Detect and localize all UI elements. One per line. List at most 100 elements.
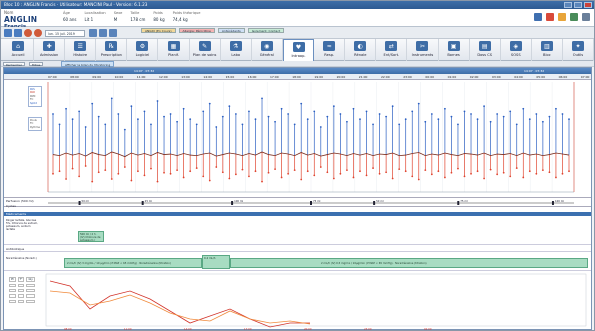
systolic-point bbox=[143, 110, 146, 113]
mini-table-row bbox=[9, 289, 35, 293]
module-label: Logiciel bbox=[135, 53, 150, 57]
patient-field: Localisation Lit 1 bbox=[84, 11, 105, 22]
mini-x-label: 23:00 bbox=[364, 327, 372, 330]
diastolic-point bbox=[372, 167, 374, 169]
module-label: Outils bbox=[572, 53, 584, 57]
stop-icon[interactable] bbox=[34, 29, 42, 37]
module-tab[interactable]: ♥ Intraop. bbox=[282, 39, 315, 61]
module-tab[interactable]: ◐ Rénale bbox=[345, 39, 377, 61]
patient-field-value: 74,4 kg bbox=[172, 17, 188, 22]
maximize-button[interactable] bbox=[574, 2, 582, 8]
monitor-icon[interactable] bbox=[534, 13, 542, 21]
patient-field-label: Sexe bbox=[113, 11, 123, 15]
module-label: Général bbox=[259, 53, 274, 57]
vitals-legend-box: PAS PAD PAM FC SpO2 bbox=[28, 86, 42, 108]
minimize-button[interactable] bbox=[564, 2, 572, 8]
systolic-point bbox=[528, 118, 531, 121]
module-tab[interactable]: ≈ Resp. bbox=[314, 39, 346, 61]
date-field[interactable]: lun. 15 juil. 2019 bbox=[45, 29, 85, 37]
module-tab[interactable]: ⇄ Ent/Sort. bbox=[376, 39, 408, 61]
systolic-point bbox=[293, 123, 296, 126]
module-tab[interactable]: ▣ Bornes bbox=[439, 39, 470, 61]
soss-icon: ◈ bbox=[509, 41, 522, 51]
forward-icon[interactable] bbox=[14, 29, 22, 37]
module-tab[interactable]: ⌂ Accueil bbox=[3, 39, 35, 61]
fluid-tick-label: 25 ml bbox=[145, 199, 153, 203]
patient-banner: Nom ANGLIN Francis Âge60 ansLocalisation… bbox=[1, 9, 594, 30]
mini-table-row bbox=[9, 294, 35, 298]
patient-banner-icons bbox=[534, 13, 590, 21]
alert-badge[interactable]: Antécédents bbox=[217, 28, 245, 33]
diastolic-point bbox=[110, 178, 113, 180]
systolic-point bbox=[430, 113, 433, 115]
in-out-icon: ⇄ bbox=[385, 41, 398, 51]
drug-row-noradrenaline: Noradrénaline (Noradr.) 2 mL/h (IV) 3 mg… bbox=[4, 253, 591, 271]
drug-row-antibiotic: Antibiotique bbox=[4, 246, 591, 252]
systolic-point bbox=[189, 118, 192, 121]
module-tab[interactable]: ⚙ Logiciel bbox=[127, 39, 159, 61]
print-icon[interactable] bbox=[570, 13, 578, 21]
drug-bar[interactable]: 2 mL/h (IV) 3 mg/mL / 10 µg/min (if MAP … bbox=[64, 258, 202, 268]
warning-icon[interactable] bbox=[558, 13, 566, 21]
module-tab[interactable]: ▤ Doss CS bbox=[470, 39, 501, 61]
alert-badge[interactable]: Isolement: Contact bbox=[247, 28, 285, 33]
search-pill[interactable]: Rechercher bbox=[3, 62, 25, 67]
drug-bar[interactable]: 2 mL/h (IV) 0,5 mg/mL / 10µg/min (if MAP… bbox=[230, 258, 588, 268]
drug-bar[interactable]: 500 ml / 2 h · (IV) Chlorure de potassiu… bbox=[78, 231, 104, 242]
diastolic-point bbox=[398, 168, 401, 171]
alert-badge[interactable]: Allergie: Pénicilline bbox=[178, 28, 215, 33]
drug-bar-bolus[interactable]: 0.4 mL/h bbox=[202, 255, 230, 269]
systolic-point bbox=[424, 120, 427, 123]
systolic-point bbox=[221, 115, 224, 118]
module-tab[interactable]: ▥ Bloc bbox=[532, 39, 563, 61]
fluid-tick-label: 100 ml bbox=[555, 199, 564, 203]
software-icon: ⚙ bbox=[136, 41, 149, 51]
mini-table-cell bbox=[17, 299, 25, 303]
module-tab[interactable]: ✎ Plan de soins bbox=[190, 39, 221, 61]
systolic-point bbox=[398, 123, 401, 126]
module-tab[interactable]: ✂ Instruments bbox=[407, 39, 439, 61]
module-tab[interactable]: ⚗ Labo bbox=[221, 39, 252, 61]
systolic-point bbox=[391, 105, 394, 108]
diastolic-point bbox=[489, 168, 492, 171]
close-button[interactable] bbox=[584, 2, 592, 8]
refresh-icon[interactable] bbox=[24, 29, 32, 37]
patient-field-value: M bbox=[113, 17, 118, 22]
diastolic-point bbox=[91, 180, 94, 183]
module-tab[interactable]: ◈ SOSS bbox=[501, 39, 532, 61]
systolic-point bbox=[156, 100, 159, 102]
systolic-point bbox=[280, 107, 283, 110]
diastolic-point bbox=[123, 166, 126, 168]
admission-icon: ✚ bbox=[43, 41, 56, 51]
alert-badge[interactable]: ANGIO (En Cours) bbox=[141, 28, 176, 33]
patient-field-label: Localisation bbox=[84, 11, 106, 15]
module-tab[interactable]: ✚ Admission bbox=[34, 39, 66, 61]
settings-icon[interactable] bbox=[582, 13, 590, 21]
module-label: Labo bbox=[231, 53, 241, 57]
module-tab[interactable]: ℞ Prescription bbox=[96, 39, 128, 61]
module-label: Intraop. bbox=[291, 54, 306, 58]
filter-pill[interactable]: Filtres bbox=[29, 62, 44, 67]
module-tab[interactable]: ✦ Outils bbox=[563, 39, 594, 61]
diastolic-point bbox=[150, 167, 152, 170]
diastolic-point bbox=[248, 175, 250, 178]
diastolic-point bbox=[450, 171, 453, 174]
fluid-marker bbox=[373, 201, 376, 205]
filter-icon[interactable] bbox=[109, 29, 117, 37]
systolic-point bbox=[339, 113, 342, 115]
calendar-icon[interactable] bbox=[89, 29, 97, 37]
drug-label: Noradrénaline (Noradr.) bbox=[6, 257, 37, 260]
diastolic-point bbox=[280, 176, 283, 179]
diastolic-point bbox=[457, 167, 459, 170]
alert-icon[interactable] bbox=[546, 13, 554, 21]
back-icon[interactable] bbox=[4, 29, 12, 37]
module-tab[interactable]: ▦ Planif. bbox=[158, 39, 190, 61]
module-tab[interactable]: ◉ Général bbox=[252, 39, 283, 61]
clock-icon[interactable] bbox=[99, 29, 107, 37]
fluid-marker bbox=[310, 201, 312, 205]
lab-icon: ⚗ bbox=[229, 41, 242, 51]
diastolic-point bbox=[411, 175, 414, 178]
module-tab[interactable]: ☰ Histoire bbox=[65, 39, 97, 61]
bornes-icon: ▣ bbox=[447, 41, 460, 51]
mini-table-header-cell: Gly bbox=[26, 277, 35, 282]
